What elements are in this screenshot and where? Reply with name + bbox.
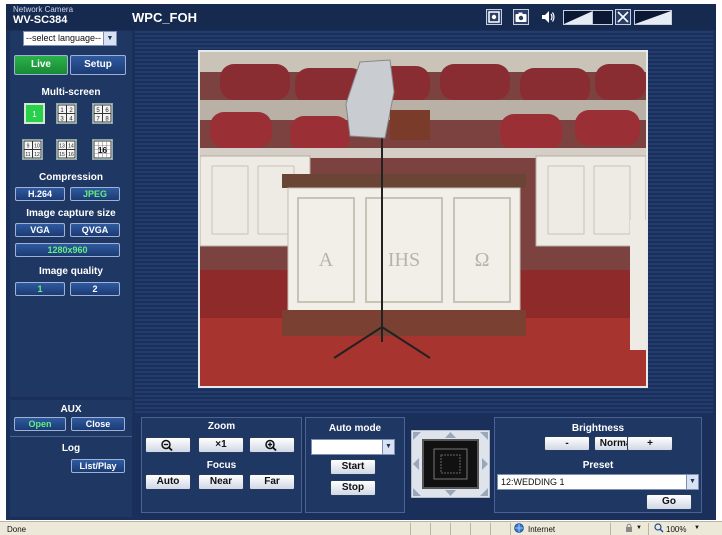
aux-open-button[interactable]: Open [14,417,66,431]
model-label: WV-SC384 [13,14,68,26]
aux-label: AUX [60,404,82,415]
svg-text:1: 1 [32,110,37,119]
quad-screen-9-12-icon[interactable]: 9 10 11 12 [22,139,43,160]
zoom-out-icon [161,439,173,452]
svg-text:16: 16 [68,152,74,158]
auto-mode-select[interactable]: ▼ [311,439,395,455]
zoom-in-icon [265,439,277,452]
live-button[interactable]: Live [14,55,68,75]
focus-label: Focus [206,460,237,471]
altar-letter-ihs: IHS [388,249,420,271]
svg-text:14: 14 [68,144,74,150]
brightness-label: Brightness [571,423,625,434]
quality-2-button[interactable]: 2 [70,282,120,296]
svg-text:11: 11 [25,152,30,158]
divider [450,523,451,535]
preset-value: 12:WEDDING 1 [501,477,565,487]
single-screen-icon[interactable]: 1 [24,103,45,124]
quad-screen-1-4-icon[interactable]: 1234 [56,103,77,124]
svg-text:12: 12 [34,152,40,158]
jpeg-button[interactable]: JPEG [70,187,120,201]
security-zone-text: Internet [528,525,556,534]
mic-mute-icon[interactable] [615,9,631,25]
brightness-decrease-button[interactable]: - [544,436,590,451]
auto-stop-button[interactable]: Stop [330,480,376,496]
live-video-view[interactable]: A IHS Ω [198,50,648,388]
zoom-label: Zoom [207,421,236,432]
mic-volume-fill [635,11,671,24]
svg-text:16: 16 [98,146,107,155]
sixteen-screen-icon[interactable]: 16 [92,139,113,160]
compression-label: Compression [39,172,103,183]
altar-letter-omega: Ω [475,249,490,271]
preset-select[interactable]: 12:WEDDING 1 ▼ [497,474,699,490]
setup-button[interactable]: Setup [70,55,126,75]
divider [410,523,411,535]
focus-near-button[interactable]: Near [198,474,244,490]
language-select-value: --select language-- [26,33,102,43]
h264-button[interactable]: H.264 [15,187,65,201]
camera-icon[interactable] [513,9,529,25]
browser-status-bar: Done Internet ▼ 100% ▼ [0,521,722,535]
status-text: Done [7,525,27,534]
log-label: Log [61,443,81,454]
chevron-down-icon: ▼ [103,32,116,45]
svg-text:10: 10 [34,144,40,150]
divider [648,523,649,535]
language-select[interactable]: --select language-- ▼ [23,31,117,46]
chevron-down-icon: ▼ [686,475,698,489]
quad-screen-13-16-icon[interactable]: 13 14 15 16 [56,139,77,160]
brightness-increase-button[interactable]: + [627,436,673,451]
qvga-button[interactable]: QVGA [70,223,120,237]
quad-screen-5-8-icon[interactable]: 5678 [92,103,113,124]
ptz-control-pad[interactable] [410,429,491,499]
camera-viewer-window: Network Camera WV-SC384 WPC_FOH --select… [0,0,722,535]
brand-label: Network Camera [13,5,74,14]
size-1280x960-button[interactable]: 1280x960 [15,243,120,257]
multiscreen-label: Multi-screen [41,87,101,98]
speaker-volume-slider[interactable] [563,10,613,25]
divider [10,436,132,437]
aux-close-button[interactable]: Close [71,417,125,431]
quality-1-button[interactable]: 1 [15,282,65,296]
divider [430,523,431,535]
zoom-out-button[interactable] [145,437,191,453]
divider [510,523,511,535]
globe-icon [514,523,524,533]
camera-title: WPC_FOH [132,10,197,25]
svg-text:13: 13 [59,144,65,150]
focus-far-button[interactable]: Far [249,474,295,490]
zoom-level-text[interactable]: 100% [666,525,686,534]
snapshot-icon[interactable] [486,9,502,25]
preset-label: Preset [582,460,614,471]
divider [610,523,611,535]
mic-volume-slider[interactable] [634,10,672,25]
divider [490,523,491,535]
log-list-play-button[interactable]: List/Play [71,459,125,473]
image-quality-label: Image quality [39,266,103,277]
protected-mode-icon[interactable] [624,523,634,533]
altar-letter-alpha: A [319,249,334,271]
speaker-volume-fill [564,11,593,24]
chevron-down-icon: ▼ [382,440,394,454]
preset-go-button[interactable]: Go [646,494,692,510]
divider [470,523,471,535]
zoom-magnifier-icon[interactable] [654,523,664,533]
svg-text:15: 15 [59,152,65,158]
focus-auto-button[interactable]: Auto [145,474,191,490]
capture-size-label: Image capture size [26,208,116,219]
video-scene: A IHS Ω [200,52,646,386]
vga-button[interactable]: VGA [15,223,65,237]
svg-text:9: 9 [27,144,30,150]
chevron-down-icon[interactable]: ▼ [694,525,700,531]
zoom-in-button[interactable] [249,437,295,453]
auto-mode-label: Auto mode [328,423,382,434]
chevron-down-icon[interactable]: ▼ [636,525,642,531]
auto-start-button[interactable]: Start [330,459,376,475]
speaker-icon[interactable] [540,9,556,25]
zoom-x1-button[interactable]: ×1 [198,437,244,453]
